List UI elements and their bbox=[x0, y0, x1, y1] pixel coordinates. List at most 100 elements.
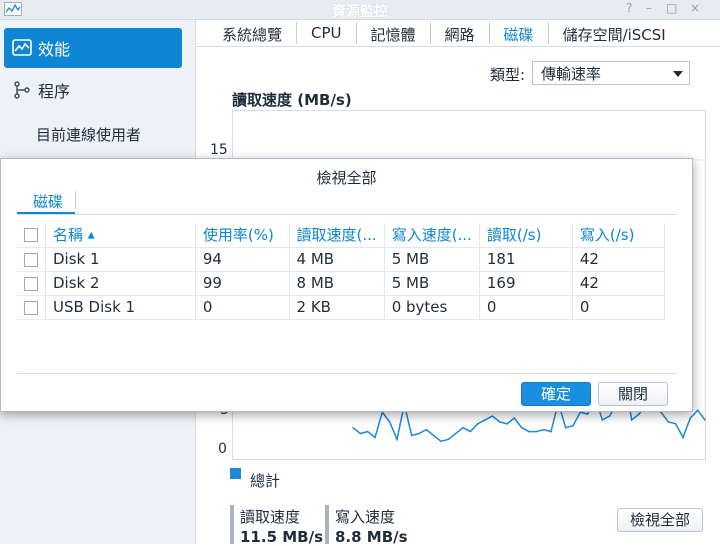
cell-writes-per-sec: 42 bbox=[572, 271, 666, 296]
column-header-usage[interactable]: 使用率(%) bbox=[195, 223, 290, 248]
chevron-down-icon bbox=[673, 71, 683, 77]
view-all-button[interactable]: 檢視全部 bbox=[617, 508, 703, 532]
data-point bbox=[410, 434, 413, 437]
cell-read-speed: 8 MB bbox=[289, 271, 385, 296]
tab-bar: 系統總覽 CPU 記憶體 網路 磁碟 儲存空間/iSCSI bbox=[208, 22, 680, 46]
data-point bbox=[476, 423, 479, 425]
dialog-tab-disk[interactable]: 磁碟 bbox=[33, 191, 63, 212]
select-all-checkbox[interactable] bbox=[24, 228, 38, 243]
column-header-name[interactable]: 名稱 ▲ bbox=[45, 223, 196, 248]
tab-separator bbox=[75, 191, 76, 209]
data-point bbox=[469, 430, 472, 433]
cell-reads-per-sec: 181 bbox=[479, 247, 573, 272]
data-point bbox=[682, 436, 684, 439]
dialog-title: 檢視全部 bbox=[316, 169, 377, 187]
type-label: 類型: bbox=[490, 66, 526, 84]
y-tick-label: 0 bbox=[218, 441, 227, 457]
data-point bbox=[425, 428, 428, 431]
cell-usage: 0 bbox=[195, 295, 290, 320]
cell-name: Disk 2 bbox=[45, 271, 196, 296]
column-header-reads-per-sec[interactable]: 讀取(/s) bbox=[479, 223, 573, 248]
row-select-cell bbox=[17, 247, 46, 272]
row-select-cell bbox=[17, 271, 46, 296]
close-button[interactable]: 關閉 bbox=[598, 382, 668, 406]
data-point bbox=[440, 440, 442, 443]
data-point bbox=[535, 430, 538, 433]
tab-cpu[interactable]: CPU bbox=[297, 22, 357, 44]
active-tab-indicator bbox=[17, 212, 75, 214]
data-point bbox=[572, 424, 574, 427]
column-header-writes-per-sec[interactable]: 寫入(/s) bbox=[572, 223, 666, 248]
cell-reads-per-sec: 0 bbox=[479, 295, 573, 320]
ok-button[interactable]: 確定 bbox=[521, 382, 591, 406]
write-speed-value: 8.8 MB/s bbox=[335, 528, 408, 546]
table-row[interactable]: USB Disk 1 0 2 KB 0 bytes 0 0 bbox=[17, 295, 666, 320]
disk-table: 名稱 ▲ 使用率(%) 讀取速度(... 寫入速度(... 讀取(/s) 寫入(… bbox=[17, 223, 666, 320]
data-point bbox=[564, 426, 567, 429]
cell-write-speed: 5 MB bbox=[384, 247, 480, 272]
cell-writes-per-sec: 0 bbox=[572, 295, 666, 320]
data-point bbox=[454, 432, 457, 435]
help-icon[interactable]: ? bbox=[626, 1, 632, 15]
cell-usage: 99 bbox=[195, 271, 290, 296]
data-point bbox=[462, 426, 464, 429]
data-point bbox=[388, 421, 391, 423]
cell-writes-per-sec: 42 bbox=[572, 247, 666, 272]
data-point bbox=[550, 430, 552, 433]
data-point bbox=[374, 436, 376, 439]
cell-reads-per-sec: 169 bbox=[479, 271, 573, 296]
tab-storage-iscsi[interactable]: 儲存空間/iSCSI bbox=[549, 22, 680, 44]
chart-title: 讀取速度 (MB/s) bbox=[232, 91, 352, 109]
tab-overview[interactable]: 系統總覽 bbox=[208, 22, 298, 44]
cell-usage: 94 bbox=[195, 247, 290, 272]
write-stat-bar bbox=[325, 505, 329, 544]
window-title: 資源監控 bbox=[332, 4, 388, 20]
tab-divider bbox=[196, 46, 720, 47]
data-point bbox=[528, 430, 530, 433]
sort-ascending-icon: ▲ bbox=[87, 230, 95, 241]
data-point bbox=[696, 409, 699, 412]
data-point bbox=[432, 434, 435, 437]
table-row[interactable]: Disk 1 94 4 MB 5 MB 181 42 bbox=[17, 247, 666, 272]
dialog-tab-divider bbox=[17, 214, 677, 215]
legend-swatch bbox=[230, 468, 241, 479]
data-point bbox=[704, 419, 706, 421]
write-speed-label: 寫入速度 bbox=[335, 508, 396, 526]
table-row[interactable]: Disk 2 99 8 MB 5 MB 169 42 bbox=[17, 271, 666, 296]
sidebar-item-process[interactable]: 程序 bbox=[4, 70, 182, 110]
close-icon[interactable]: × bbox=[690, 1, 700, 15]
data-point bbox=[689, 417, 692, 419]
data-point bbox=[447, 438, 450, 441]
column-header-write-speed[interactable]: 寫入速度(... bbox=[384, 223, 480, 248]
data-point bbox=[638, 413, 640, 415]
cell-read-speed: 4 MB bbox=[289, 247, 385, 272]
row-checkbox[interactable] bbox=[24, 276, 38, 291]
row-checkbox[interactable] bbox=[24, 252, 38, 267]
type-select[interactable]: 傳輸速率 bbox=[532, 61, 690, 85]
column-header-read-speed[interactable]: 讀取速度(... bbox=[289, 223, 385, 248]
maximize-icon[interactable]: □ bbox=[666, 1, 677, 15]
data-point bbox=[674, 423, 677, 425]
tab-network[interactable]: 網路 bbox=[431, 22, 490, 44]
sidebar-item-connected-users[interactable]: 目前連線使用者 bbox=[36, 124, 141, 145]
cell-name: USB Disk 1 bbox=[45, 295, 196, 320]
minimize-icon[interactable]: – bbox=[646, 1, 652, 15]
tab-disk[interactable]: 磁碟 bbox=[490, 22, 549, 44]
row-select-cell bbox=[17, 295, 46, 320]
data-point bbox=[418, 432, 420, 435]
tab-memory[interactable]: 記憶體 bbox=[357, 22, 431, 44]
process-icon bbox=[14, 81, 30, 99]
cell-read-speed: 2 KB bbox=[289, 295, 385, 320]
read-speed-value: 11.5 MB/s bbox=[240, 528, 323, 546]
read-speed-label: 讀取速度 bbox=[240, 508, 301, 526]
row-checkbox[interactable] bbox=[24, 300, 38, 315]
data-point bbox=[542, 428, 545, 431]
legend-label: 總計 bbox=[250, 472, 281, 490]
data-point bbox=[484, 419, 486, 421]
sidebar-item-label: 效能 bbox=[38, 40, 71, 59]
select-all-cell bbox=[17, 223, 46, 248]
table-header-row: 名稱 ▲ 使用率(%) 讀取速度(... 寫入速度(... 讀取(/s) 寫入(… bbox=[17, 223, 666, 248]
data-point bbox=[352, 426, 354, 429]
sidebar-item-performance[interactable]: 效能 bbox=[4, 28, 182, 68]
data-point bbox=[586, 413, 589, 415]
